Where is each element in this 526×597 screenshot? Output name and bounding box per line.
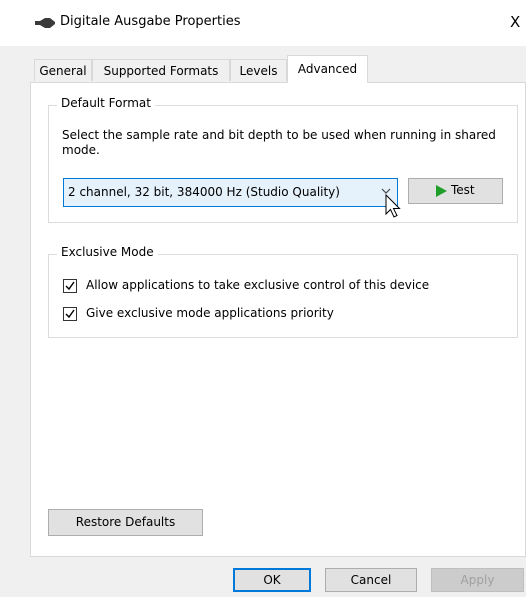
mouse-cursor-icon bbox=[385, 194, 401, 218]
tab-label: General bbox=[39, 64, 87, 78]
tab-levels[interactable]: Levels bbox=[230, 59, 287, 81]
exclusive-control-checkbox[interactable] bbox=[63, 279, 77, 293]
test-button-label: Test bbox=[451, 183, 475, 197]
default-format-legend: Default Format bbox=[57, 96, 155, 110]
close-icon[interactable]: X bbox=[510, 13, 520, 31]
tab-supported-formats[interactable]: Supported Formats bbox=[92, 59, 230, 81]
restore-defaults-button[interactable]: Restore Defaults bbox=[48, 509, 203, 536]
sample-rate-selected: 2 channel, 32 bit, 384000 Hz (Studio Qua… bbox=[68, 185, 340, 199]
speaker-icon bbox=[35, 18, 55, 28]
exclusive-mode-group bbox=[48, 254, 518, 338]
tab-label: Supported Formats bbox=[103, 64, 219, 78]
exclusive-priority-label: Give exclusive mode applications priorit… bbox=[86, 306, 334, 320]
tab-label: Advanced bbox=[297, 62, 358, 76]
window-title: Digitale Ausgabe Properties bbox=[60, 14, 241, 29]
checkmark-icon bbox=[65, 309, 75, 319]
ok-button[interactable]: OK bbox=[233, 568, 311, 592]
tab-label: Levels bbox=[239, 64, 278, 78]
apply-button[interactable]: Apply bbox=[431, 568, 524, 592]
exclusive-mode-legend: Exclusive Mode bbox=[57, 245, 158, 259]
tab-general[interactable]: General bbox=[34, 59, 92, 81]
cancel-button[interactable]: Cancel bbox=[325, 568, 417, 592]
exclusive-control-label: Allow applications to take exclusive con… bbox=[86, 278, 430, 292]
exclusive-priority-checkbox[interactable] bbox=[63, 307, 77, 321]
checkmark-icon bbox=[65, 281, 75, 291]
play-icon bbox=[436, 185, 447, 197]
tab-advanced[interactable]: Advanced bbox=[287, 55, 368, 83]
default-format-description: Select the sample rate and bit depth to … bbox=[62, 128, 496, 157]
